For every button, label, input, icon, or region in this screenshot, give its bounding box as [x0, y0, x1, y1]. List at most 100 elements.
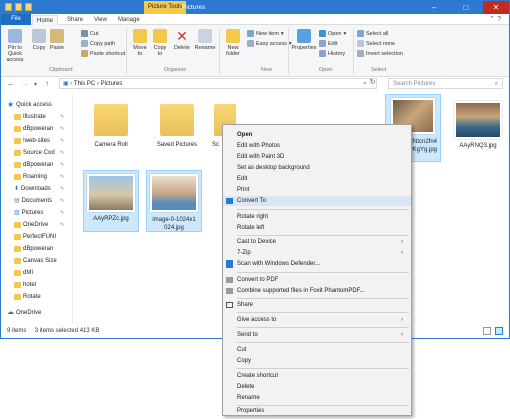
list-item[interactable]: Saved Pictures [146, 98, 208, 156]
paste-button[interactable]: Paste [49, 29, 65, 51]
menu-item-delete[interactable]: Delete [223, 382, 411, 392]
tab-file[interactable]: File [1, 14, 31, 25]
sidebar-item-dmi[interactable]: dMI [14, 268, 33, 278]
list-item[interactable]: Camera Roll [80, 98, 142, 156]
select-all-button[interactable]: Select all [357, 30, 388, 37]
sidebar-item-quick-access[interactable]: ★ Quick access [7, 100, 52, 110]
menu-item-set-desktop-background[interactable]: Set as desktop background [223, 163, 411, 173]
new-item-button[interactable]: New item ▾ [247, 30, 284, 37]
list-item[interactable]: image-0-1024x1 024.jpg [146, 170, 202, 232]
sidebar-item-label: dBpoweran [23, 126, 54, 132]
menu-item-scan-defender[interactable]: Scan with Windows Defender... [223, 259, 411, 269]
new-folder-icon[interactable] [25, 3, 32, 11]
menu-item-convert-to[interactable]: Convert To [223, 196, 411, 206]
copy-to-button[interactable]: Copy to [151, 29, 169, 57]
menu-item-convert-to-pdf[interactable]: Convert to PDF [223, 275, 411, 285]
breadcrumb[interactable]: ▣ › This PC › Pictures [59, 78, 377, 89]
sidebar-item-rotate[interactable]: Rotate [14, 292, 41, 302]
sidebar-item-onedrive-root[interactable]: ☁ OneDrive [7, 308, 41, 318]
group-select: Select [371, 67, 387, 73]
menu-item-rename[interactable]: Rename [223, 393, 411, 403]
sidebar-item-perfectfuni[interactable]: PerfectFUNI [14, 232, 56, 242]
list-item[interactable]: AAyRNQ3.jpg [447, 98, 509, 156]
folder-icon [14, 162, 21, 168]
sidebar-item-downloads[interactable]: ⬇ Downloads ✎ [14, 184, 64, 194]
menu-item-send-to[interactable]: Send to › [223, 330, 411, 340]
pin-icon: ✎ [60, 150, 65, 156]
delete-button[interactable]: ✕ Delete [173, 29, 191, 51]
refresh-icon[interactable]: ⌄ ↻ [362, 78, 376, 86]
tab-home[interactable]: Home [32, 15, 59, 25]
sidebar-item-roaming[interactable]: Roaming ✎ [14, 172, 64, 182]
sidebar-item-documents[interactable]: ▤ Documents ✎ [14, 196, 64, 206]
sidebar-item-web-sites[interactable]: !web-sites ✎ [14, 136, 64, 146]
paste-shortcut-button[interactable]: Paste shortcut [81, 50, 125, 57]
divider [126, 28, 127, 74]
history-button[interactable]: History [319, 50, 345, 57]
menu-item-print[interactable]: Print [223, 185, 411, 195]
sidebar-item-dbpoweran[interactable]: dBpoweran ✎ [14, 124, 64, 134]
open-button[interactable]: Open ▾ [319, 30, 346, 37]
minimize-button[interactable]: – [421, 1, 447, 14]
menu-item-properties[interactable]: Properties [223, 406, 411, 416]
sidebar-item-dbpoweran-3[interactable]: dBpoweran [14, 244, 53, 254]
move-to-button[interactable]: Move to [131, 29, 149, 57]
pin-quick-access-button[interactable]: Pin to Quick access [3, 29, 27, 63]
menu-item-copy[interactable]: Copy [223, 356, 411, 366]
menu-item-rotate-right[interactable]: Rotate right [223, 212, 411, 222]
sidebar-item-hotel[interactable]: hotel [14, 280, 36, 290]
menu-divider [237, 209, 409, 210]
details-view-icon[interactable] [483, 327, 491, 335]
edit-button[interactable]: Edit [319, 40, 337, 47]
menu-item-combine-foxit[interactable]: Combine supported files in Foxit Phantom… [223, 286, 411, 296]
sidebar-item-dbpoweran-2[interactable]: dBpoweran ✎ [14, 160, 64, 170]
search-input[interactable]: Search Pictures ⌕ [388, 78, 503, 89]
tab-manage[interactable]: Manage [114, 15, 144, 25]
recent-chevron-icon[interactable]: ▾ [34, 81, 37, 88]
menu-item-give-access-to[interactable]: Give access to › [223, 315, 411, 325]
sidebar-item-label: PerfectFUNI [23, 234, 57, 240]
sidebar-item-illustrate[interactable]: Illustrate ✎ [14, 112, 64, 122]
menu-item-edit[interactable]: Edit [223, 174, 411, 184]
select-none-button[interactable]: Select none [357, 40, 395, 47]
up-arrow-icon[interactable]: ↑ [45, 79, 49, 88]
menu-item-cut[interactable]: Cut [223, 345, 411, 355]
new-folder-button[interactable]: New folder [223, 29, 243, 57]
invert-selection-label: Invert selection [366, 50, 403, 57]
list-item[interactable]: AAyRPZc.jpg [83, 170, 139, 232]
sidebar-item-canvas-size[interactable]: Canvas Size [14, 256, 57, 266]
back-arrow-icon[interactable]: ← [7, 79, 15, 88]
invert-selection-button[interactable]: Invert selection [357, 50, 403, 57]
sidebar-item-onedrive[interactable]: OneDrive ✎ [14, 220, 64, 230]
close-button[interactable]: ✕ [483, 1, 509, 14]
maximize-button[interactable]: □ [453, 1, 479, 14]
sidebar-item-label: Source Cod [23, 150, 55, 156]
chevron-down-icon: ▾ [280, 30, 284, 37]
menu-item-create-shortcut[interactable]: Create shortcut [223, 371, 411, 381]
menu-item-cast-to-device[interactable]: Cast to Device › [223, 237, 411, 247]
tab-view[interactable]: View [90, 15, 111, 25]
tab-share[interactable]: Share [63, 15, 87, 25]
menu-item-edit-with-photos[interactable]: Edit with Photos [223, 141, 411, 151]
menu-item-share[interactable]: Share [223, 300, 411, 310]
large-icons-view-icon[interactable] [495, 327, 503, 335]
new-folder-label: New folder [226, 45, 240, 57]
properties-button[interactable]: Properties [291, 29, 317, 51]
cut-button[interactable]: Cut [81, 30, 99, 37]
help-icon[interactable]: ⌃ ? [489, 15, 501, 23]
properties-icon[interactable] [15, 3, 22, 11]
menu-item-open[interactable]: Open [223, 130, 411, 140]
folder-icon[interactable] [5, 3, 12, 11]
copy-button[interactable]: Copy [31, 29, 47, 51]
rename-button[interactable]: Rename [194, 29, 216, 51]
copy-to-label: Copy to [153, 45, 167, 57]
history-icon [319, 50, 326, 57]
copy-path-button[interactable]: Copy path [81, 40, 115, 47]
menu-item-rotate-left[interactable]: Rotate left [223, 223, 411, 233]
sidebar-item-pictures[interactable]: ▨ Pictures ✎ [14, 208, 64, 218]
sidebar-item-source-code[interactable]: Source Cod ✎ [14, 148, 64, 158]
forward-arrow-icon[interactable]: → [21, 79, 29, 88]
menu-item-edit-with-paint-3d[interactable]: Edit with Paint 3D [223, 152, 411, 162]
easy-access-button[interactable]: Easy access ▾ [247, 40, 292, 47]
menu-item-7-zip[interactable]: 7-Zip › [223, 248, 411, 258]
